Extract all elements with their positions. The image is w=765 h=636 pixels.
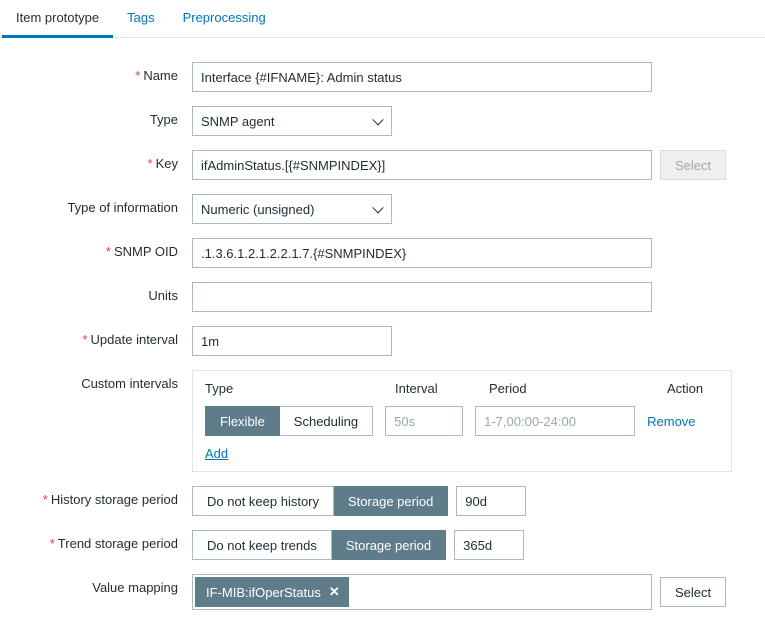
select-type[interactable]: SNMP agent <box>192 106 392 136</box>
trend-no-keep[interactable]: Do not keep trends <box>192 530 332 560</box>
row-snmp-oid: *SNMP OID <box>12 238 753 268</box>
ci-add-link[interactable]: Add <box>205 446 228 461</box>
ci-remove-link[interactable]: Remove <box>647 414 695 429</box>
form-body: *Name Type SNMP agent *Key Select Type o… <box>0 38 765 636</box>
label-units: Units <box>12 282 192 303</box>
row-custom-intervals: Custom intervals Type Interval Period Ac… <box>12 370 753 472</box>
input-name[interactable] <box>192 62 652 92</box>
ci-head-action: Action <box>667 381 719 396</box>
row-key: *Key Select <box>12 150 753 180</box>
input-key[interactable] <box>192 150 652 180</box>
row-value-mapping: Value mapping IF-MIB:ifOperStatus ✕ Sele… <box>12 574 753 610</box>
tab-preprocessing[interactable]: Preprocessing <box>169 0 280 37</box>
tab-tags[interactable]: Tags <box>113 0 168 37</box>
custom-intervals-header: Type Interval Period Action <box>205 381 719 396</box>
custom-intervals-box: Type Interval Period Action Flexible Sch… <box>192 370 732 472</box>
row-units: Units <box>12 282 753 312</box>
button-key-select: Select <box>660 150 726 180</box>
row-type-of-info: Type of information Numeric (unsigned) <box>12 194 753 224</box>
history-value-input[interactable] <box>456 486 526 516</box>
ci-type-flexible[interactable]: Flexible <box>205 406 280 436</box>
ci-head-type: Type <box>205 381 395 396</box>
ci-type-scheduling[interactable]: Scheduling <box>280 406 373 436</box>
label-trend-storage: *Trend storage period <box>12 530 192 551</box>
ci-head-period: Period <box>489 381 667 396</box>
label-type: Type <box>12 106 192 127</box>
ci-interval-input[interactable] <box>385 406 463 436</box>
row-update-interval: *Update interval <box>12 326 753 356</box>
custom-interval-row: Flexible Scheduling Remove <box>205 406 719 436</box>
label-value-mapping: Value mapping <box>12 574 192 595</box>
ci-type-toggle: Flexible Scheduling <box>205 406 373 436</box>
history-storage-period[interactable]: Storage period <box>334 486 448 516</box>
trend-storage-period[interactable]: Storage period <box>332 530 446 560</box>
trend-value-input[interactable] <box>454 530 524 560</box>
ci-period-input[interactable] <box>475 406 635 436</box>
value-mapping-tag-label: IF-MIB:ifOperStatus <box>206 585 321 600</box>
value-mapping-tag: IF-MIB:ifOperStatus ✕ <box>195 577 349 607</box>
history-toggle: Do not keep history Storage period <box>192 486 448 516</box>
tab-item-prototype[interactable]: Item prototype <box>2 0 113 38</box>
input-snmp-oid[interactable] <box>192 238 652 268</box>
row-history-storage: *History storage period Do not keep hist… <box>12 486 753 516</box>
label-history-storage: *History storage period <box>12 486 192 507</box>
input-update-interval[interactable] <box>192 326 392 356</box>
history-no-keep[interactable]: Do not keep history <box>192 486 334 516</box>
label-name: *Name <box>12 62 192 83</box>
label-custom-intervals: Custom intervals <box>12 370 192 391</box>
row-trend-storage: *Trend storage period Do not keep trends… <box>12 530 753 560</box>
trend-toggle: Do not keep trends Storage period <box>192 530 446 560</box>
row-type: Type SNMP agent <box>12 106 753 136</box>
tabs-bar: Item prototype Tags Preprocessing <box>0 0 765 38</box>
label-snmp-oid: *SNMP OID <box>12 238 192 259</box>
input-units[interactable] <box>192 282 652 312</box>
value-mapping-remove-icon[interactable]: ✕ <box>329 584 340 600</box>
label-key: *Key <box>12 150 192 171</box>
value-mapping-select-button[interactable]: Select <box>660 577 726 607</box>
value-mapping-field[interactable]: IF-MIB:ifOperStatus ✕ <box>192 574 652 610</box>
label-type-of-info: Type of information <box>12 194 192 215</box>
ci-head-interval: Interval <box>395 381 489 396</box>
select-type-of-info[interactable]: Numeric (unsigned) <box>192 194 392 224</box>
row-name: *Name <box>12 62 753 92</box>
label-update-interval: *Update interval <box>12 326 192 347</box>
